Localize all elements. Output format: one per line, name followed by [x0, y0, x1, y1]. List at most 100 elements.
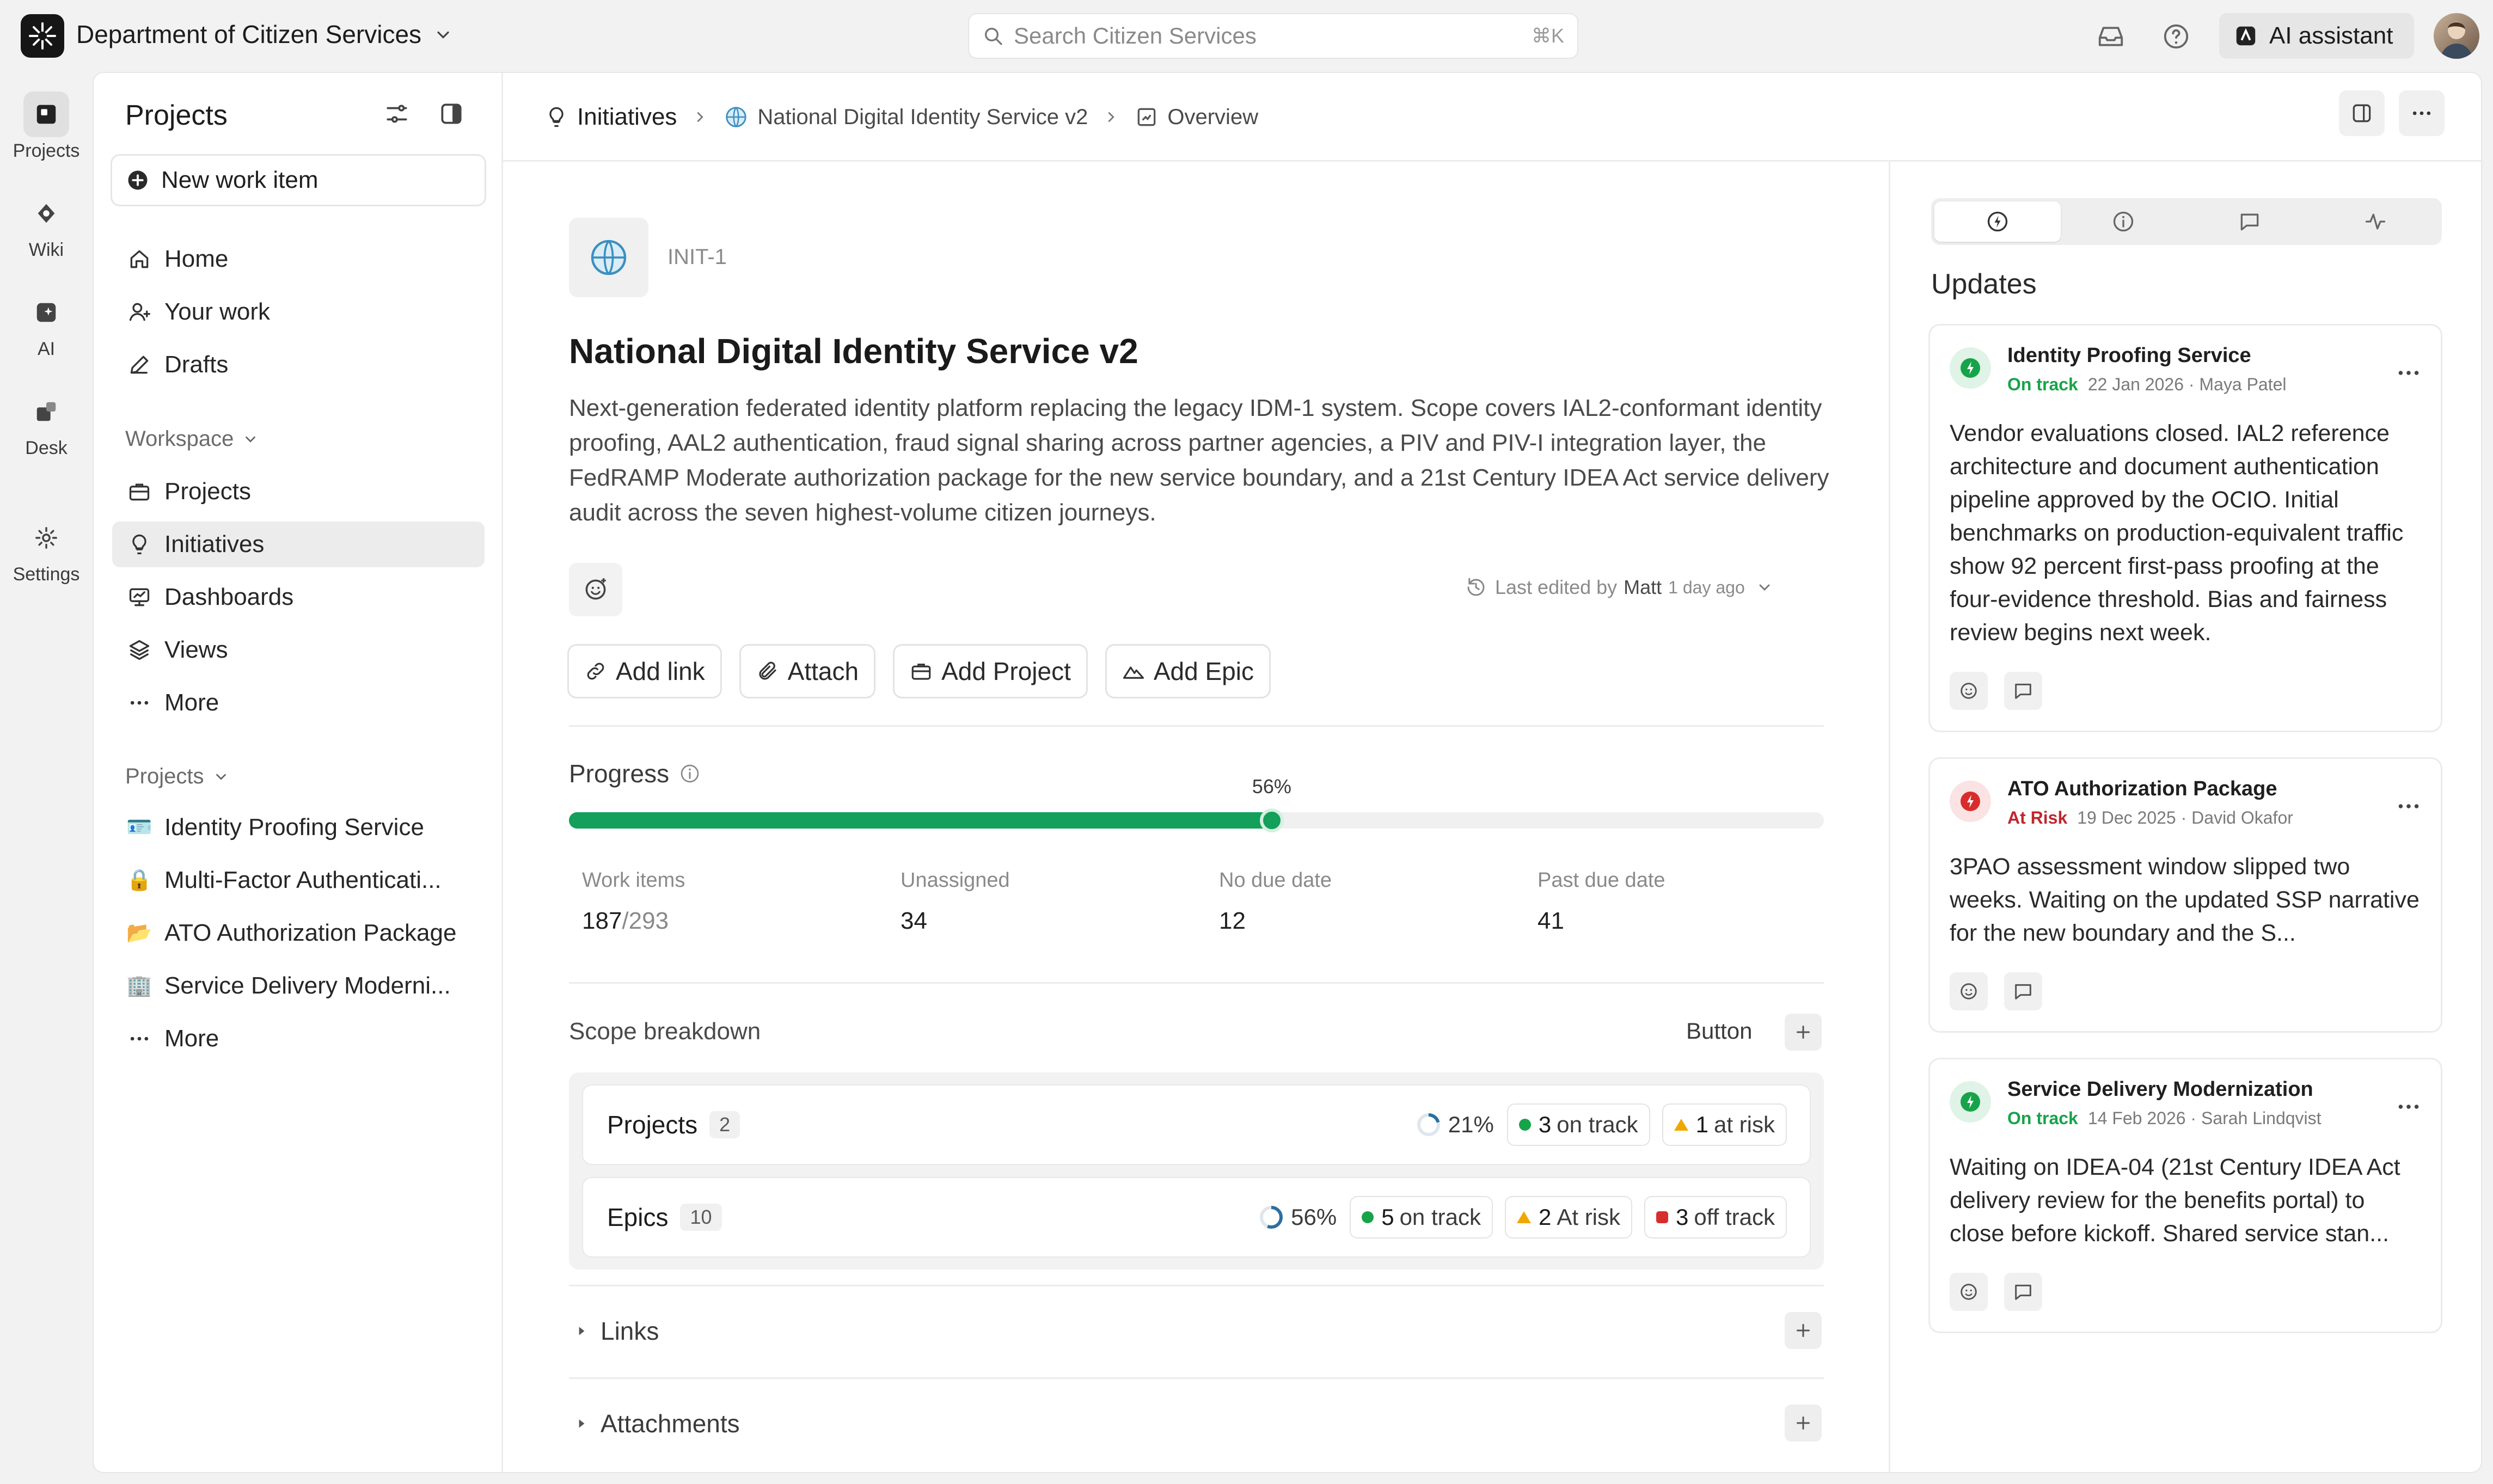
add-reaction-button[interactable] — [1950, 972, 1988, 1010]
at-risk-chip[interactable]: 1 at risk — [1663, 1105, 1786, 1145]
add-reaction-button[interactable] — [569, 563, 622, 616]
breadcrumb-initiatives[interactable]: Initiatives — [544, 103, 677, 131]
sidebar-item-more[interactable]: More — [112, 680, 485, 726]
off-track-chip[interactable]: 3 off track — [1645, 1197, 1786, 1237]
update-author: Maya Patel — [2199, 375, 2287, 394]
sidebar-project-mfa[interactable]: 🔒 Multi-Factor Authenticati... — [112, 857, 485, 903]
update-card[interactable]: ATO Authorization Package At Risk 19 Dec … — [1930, 759, 2441, 1031]
add-reaction-button[interactable] — [1950, 672, 1988, 710]
sidebar-item-dashboards[interactable]: Dashboards — [112, 574, 485, 620]
filter-icon[interactable] — [383, 100, 411, 127]
stat-value: 187 — [582, 907, 622, 934]
links-section-toggle[interactable]: Links — [569, 1316, 659, 1346]
sidebar-item-label: Your work — [164, 298, 271, 325]
add-link-button[interactable]: Add link — [569, 646, 720, 697]
more-icon[interactable] — [2395, 1093, 2422, 1120]
scope-row-epics[interactable]: Epics 10 56% 5 on track 2 At risk 3 off … — [583, 1178, 1810, 1256]
inbox-icon[interactable] — [2096, 22, 2126, 51]
scope-button[interactable]: Button — [1686, 1018, 1752, 1044]
comment-button[interactable] — [2004, 672, 2042, 710]
rail-item-settings[interactable]: Settings — [0, 515, 93, 585]
tab-updates[interactable] — [1934, 201, 2061, 242]
breadcrumb-initiative[interactable]: National Digital Identity Service v2 — [724, 105, 1088, 130]
comment-button[interactable] — [2004, 972, 2042, 1010]
on-track-chip[interactable]: 5 on track — [1351, 1197, 1492, 1237]
stat-past-due-date[interactable]: Past due date 41 — [1538, 869, 1665, 935]
rail-item-desk[interactable]: Desk — [0, 389, 93, 459]
attachments-section-toggle[interactable]: Attachments — [569, 1409, 740, 1438]
breadcrumb-overview[interactable]: Overview — [1135, 105, 1258, 130]
on-track-chip[interactable]: 3 on track — [1508, 1105, 1649, 1145]
info-icon[interactable] — [679, 763, 701, 784]
sidebar-project-ato[interactable]: 📂 ATO Authorization Package — [112, 910, 485, 956]
edited-prefix: Last edited by — [1495, 576, 1618, 598]
tab-comments[interactable] — [2186, 201, 2313, 242]
initiative-icon[interactable] — [569, 218, 648, 297]
chip-count: 2 — [1538, 1204, 1552, 1230]
org-name[interactable]: Department of Citizen Services — [76, 20, 421, 49]
sidebar-item-label: More — [164, 689, 219, 716]
ai-assistant-button[interactable]: AI assistant — [2219, 13, 2414, 59]
stat-unassigned[interactable]: Unassigned 34 — [901, 869, 1010, 935]
add-project-button[interactable]: Add Project — [895, 646, 1086, 697]
attach-button[interactable]: Attach — [741, 646, 874, 697]
new-work-item-button[interactable]: New work item — [112, 156, 485, 205]
stat-no-due-date[interactable]: No due date 12 — [1219, 869, 1332, 935]
rail-item-projects[interactable]: Projects — [0, 91, 93, 162]
rail-item-wiki[interactable]: Wiki — [0, 191, 93, 261]
initiative-description[interactable]: Next-generation federated identity platf… — [569, 391, 1832, 530]
add-epic-button[interactable]: Add Epic — [1107, 646, 1269, 697]
chevron-down-icon[interactable] — [433, 25, 453, 45]
add-attachment-plus-button[interactable] — [1785, 1405, 1822, 1442]
sidebar-item-your-work[interactable]: Your work — [112, 289, 485, 335]
more-icon[interactable] — [2395, 793, 2422, 820]
sidebar-item-home[interactable]: Home — [112, 236, 485, 282]
more-icon[interactable] — [2395, 359, 2422, 387]
plus-icon — [1797, 1416, 1810, 1430]
emoji-icon — [585, 578, 606, 600]
projects-section-header[interactable]: Projects — [125, 764, 229, 789]
add-link-plus-button[interactable] — [1785, 1312, 1822, 1349]
page-title[interactable]: National Digital Identity Service v2 — [569, 331, 1138, 371]
update-card[interactable]: Service Delivery Modernization On track 1… — [1930, 1059, 2441, 1332]
update-project-name: Service Delivery Modernization — [2007, 1078, 2313, 1101]
sidebar-projects-more[interactable]: More — [112, 1016, 485, 1062]
update-date: 14 Feb 2026 — [2087, 1108, 2186, 1128]
comment-button[interactable] — [2004, 1273, 2042, 1311]
more-options-button[interactable] — [2399, 90, 2445, 136]
update-project-name: Identity Proofing Service — [2007, 344, 2251, 367]
scope-add-button[interactable] — [1785, 1014, 1822, 1051]
add-reaction-button[interactable] — [1950, 1273, 1988, 1311]
breadcrumb-label: Initiatives — [577, 103, 677, 130]
sidebar-project-service-delivery[interactable]: 🏢 Service Delivery Moderni... — [112, 963, 485, 1009]
avatar[interactable] — [2434, 13, 2479, 59]
gear-icon — [23, 515, 69, 561]
stat-work-items[interactable]: Work items 187/293 — [582, 869, 685, 935]
plus-circle-icon — [128, 170, 148, 190]
update-text: Vendor evaluations closed. IAL2 referenc… — [1950, 420, 2404, 646]
scope-row-projects[interactable]: Projects 2 21% 3 on track 1 at risk — [583, 1086, 1810, 1164]
sidebar-item-drafts[interactable]: Drafts — [112, 342, 485, 388]
sidebar-toggle-icon[interactable] — [438, 100, 465, 127]
warning-icon — [1674, 1119, 1688, 1131]
org-logo-icon[interactable] — [21, 14, 64, 58]
rail-item-ai[interactable]: AI — [0, 290, 93, 360]
status-dot — [1518, 1119, 1531, 1131]
at-risk-chip[interactable]: 2 At risk — [1506, 1197, 1631, 1237]
update-card[interactable]: Identity Proofing Service On track 22 Jan… — [1930, 326, 2441, 731]
search-input[interactable]: Search Citizen Services ⌘K — [969, 14, 1577, 58]
sidebar-project-identity-proofing[interactable]: 🪪 Identity Proofing Service — [112, 805, 485, 850]
sidebar-item-initiatives[interactable]: Initiatives — [112, 522, 485, 567]
panel-toggle-button[interactable] — [2339, 90, 2385, 136]
update-date: 19 Dec 2025 — [2077, 808, 2176, 827]
workspace-section-header[interactable]: Workspace — [125, 427, 259, 451]
sidebar-item-views[interactable]: Views — [112, 627, 485, 673]
help-icon[interactable] — [2161, 22, 2191, 51]
sidebar-item-projects[interactable]: Projects — [112, 469, 485, 514]
chip-count: 3 — [1538, 1112, 1552, 1137]
tab-activity[interactable] — [2313, 201, 2439, 242]
sidebar-item-label: Projects — [164, 478, 251, 505]
updates-title: Updates — [1931, 268, 2037, 300]
tab-info[interactable] — [2061, 201, 2187, 242]
last-edited[interactable]: Last edited by Matt 1 day ago — [1465, 576, 1773, 599]
